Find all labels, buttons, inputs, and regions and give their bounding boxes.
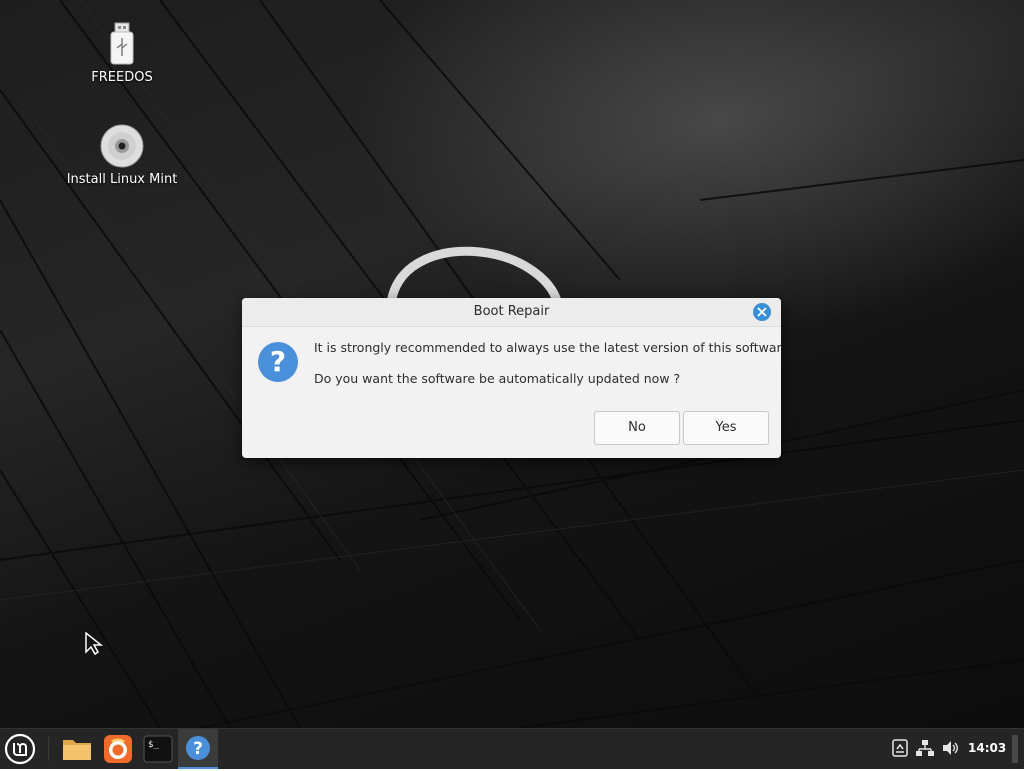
wallpaper-logo-arc (387, 246, 561, 303)
desktop-icon-install-linux-mint[interactable]: Install Linux Mint (62, 124, 182, 187)
cd-disc-icon (100, 124, 144, 168)
boot-repair-dialog: Boot Repair ? It is strongly recommended… (242, 298, 781, 458)
folder-icon[interactable] (60, 733, 94, 765)
svg-text:?: ? (193, 739, 203, 759)
dialog-title: Boot Repair (473, 304, 550, 319)
dialog-titlebar[interactable]: Boot Repair (242, 298, 781, 327)
updates-icon[interactable] (892, 739, 908, 757)
question-icon: ? (258, 342, 298, 382)
taskbar-separator (48, 737, 49, 761)
mouse-cursor-icon (85, 632, 104, 656)
network-icon[interactable] (916, 739, 934, 757)
dialog-message-line-2: Do you want the software be automaticall… (314, 371, 681, 386)
yes-button[interactable]: Yes (683, 411, 769, 445)
desktop-icon-freedos[interactable]: FREEDOS (62, 22, 182, 85)
volume-icon[interactable] (942, 739, 960, 757)
taskbar-boot-repair[interactable]: ? (178, 729, 218, 769)
close-button[interactable] (753, 303, 771, 321)
terminal-icon[interactable]: $_ (142, 733, 174, 765)
close-icon (757, 307, 767, 317)
desktop: FREEDOS Install Linux Mint Boot Repair ?… (0, 0, 1024, 728)
question-icon: ? (186, 736, 210, 760)
desktop-icon-label: Install Linux Mint (66, 172, 178, 187)
clock[interactable]: 14:03 (968, 741, 1006, 755)
no-button[interactable]: No (594, 411, 680, 445)
svg-text:$_: $_ (148, 740, 159, 750)
desktop-icon-label: FREEDOS (91, 70, 153, 85)
firefox-icon[interactable] (102, 733, 134, 765)
show-desktop-button[interactable] (1012, 735, 1018, 763)
usb-drive-icon (110, 22, 134, 65)
taskbar: $_ ? 14:03 (0, 728, 1024, 769)
linux-mint-menu-icon[interactable] (4, 733, 36, 765)
dialog-message-line-1: It is strongly recommended to always use… (314, 340, 781, 355)
